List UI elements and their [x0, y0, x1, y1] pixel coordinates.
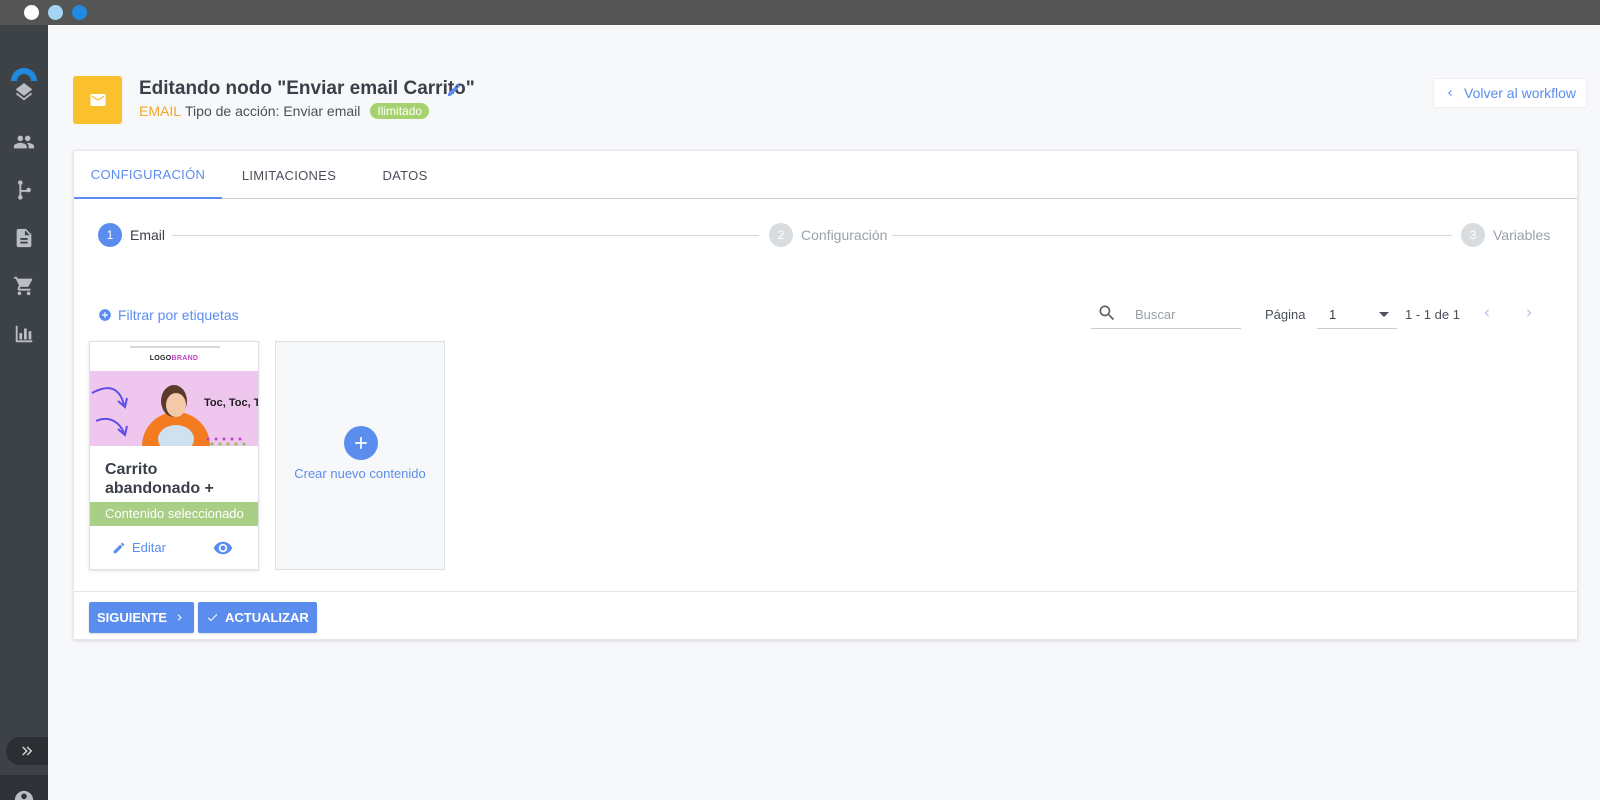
update-button-label: ACTUALIZAR [225, 610, 309, 625]
page-select-value: 1 [1329, 307, 1337, 322]
page-select[interactable]: 1 [1317, 299, 1397, 329]
search-input[interactable] [1135, 303, 1235, 325]
add-circle-icon [99, 309, 111, 321]
page-range-label: 1 - 1 de 1 [1405, 307, 1460, 322]
thumbnail-brand-logo: LOGOBRAND [149, 355, 199, 362]
edit-content-label: Editar [132, 540, 166, 555]
chevron-right-icon [177, 614, 182, 621]
step-number: 3 [1461, 223, 1485, 247]
search-icon [1099, 305, 1115, 321]
cart-icon[interactable] [12, 274, 36, 298]
action-type-label: Tipo de acción: Enviar email [185, 103, 361, 119]
channel-label: EMAIL [139, 103, 182, 119]
step-label: Email [130, 227, 166, 243]
pencil-icon [113, 542, 125, 553]
step-number: 1 [98, 223, 122, 247]
tab-datos[interactable]: DATOS [356, 151, 454, 199]
workflow-icon[interactable] [12, 178, 36, 202]
account-area [0, 775, 48, 800]
back-to-workflow-button[interactable]: Volver al workflow [1433, 78, 1588, 108]
step-configuracion[interactable]: 2 Configuración [769, 223, 887, 247]
back-to-workflow-label: Volver al workflow [1464, 85, 1577, 101]
step-connector [892, 235, 1452, 236]
limit-badge: Ilimitado [370, 103, 430, 119]
chevron-left-icon [1448, 90, 1452, 96]
plus-icon [355, 437, 367, 449]
envelope-icon [90, 94, 105, 106]
preview-content-button[interactable] [211, 538, 235, 558]
next-button[interactable]: SIGUIENTE [89, 602, 195, 633]
content-selected-badge: Contenido seleccionado [90, 502, 258, 526]
brand-arc-logo[interactable] [9, 65, 39, 81]
node-subtitle: EMAIL Tipo de acción: Enviar email Ilimi… [139, 103, 430, 119]
bar-chart-icon[interactable] [12, 322, 36, 346]
people-icon[interactable] [12, 130, 36, 154]
page-title: Editando nodo "Enviar email Carrito" [139, 78, 475, 99]
window-titlebar [0, 0, 1600, 25]
step-connector [172, 235, 759, 236]
window-close-button[interactable] [24, 5, 39, 20]
content-card[interactable]: LOGOBRAND Toc, Toc, T Carrito abandonado… [89, 341, 259, 570]
expand-sidebar-button[interactable] [6, 737, 48, 765]
pencil-icon [448, 84, 460, 96]
step-email[interactable]: 1 Email [98, 223, 165, 247]
eye-icon [213, 541, 233, 555]
email-node-badge [73, 76, 122, 124]
next-button-label: SIGUIENTE [97, 610, 168, 625]
thumbnail-hero-image: Toc, Toc, To [90, 371, 258, 446]
filter-by-tags-link[interactable]: Filtrar por etiquetas [98, 307, 239, 323]
window-maximize-button[interactable] [72, 5, 87, 20]
edit-content-button[interactable]: Editar [112, 540, 166, 555]
node-editor-card: CONFIGURACIÓN LIMITACIONES DATOS 1 Email… [73, 150, 1578, 640]
next-page-button[interactable] [1519, 303, 1539, 323]
card-footer: SIGUIENTE ACTUALIZAR [74, 591, 1577, 639]
chevron-right-icon [1527, 309, 1532, 317]
previous-page-button[interactable] [1477, 303, 1497, 323]
content-thumbnail: LOGOBRAND Toc, Toc, T [90, 342, 258, 446]
chevron-left-icon [1484, 309, 1489, 317]
plus-circle-icon [344, 426, 378, 460]
edit-title-button[interactable] [446, 82, 464, 100]
step-variables[interactable]: 3 Variables [1461, 223, 1550, 247]
double-chevron-right-icon [22, 746, 33, 756]
filter-by-tags-label: Filtrar por etiquetas [118, 307, 239, 323]
tab-limitaciones[interactable]: LIMITACIONES [222, 151, 356, 199]
layers-icon[interactable] [12, 82, 36, 106]
step-label: Configuración [801, 227, 888, 243]
step-label: Variables [1493, 227, 1551, 243]
create-new-content-card[interactable]: Crear nuevo contenido [275, 341, 445, 570]
caret-down-icon [1379, 312, 1389, 317]
check-icon [207, 614, 218, 622]
document-icon[interactable] [12, 226, 36, 250]
page-label: Página [1265, 307, 1306, 322]
step-number: 2 [769, 223, 793, 247]
account-circle-icon[interactable] [12, 788, 36, 800]
tab-bar: CONFIGURACIÓN LIMITACIONES DATOS [74, 151, 1577, 199]
sidebar [0, 25, 48, 800]
tab-configuracion[interactable]: CONFIGURACIÓN [74, 151, 222, 199]
window-minimize-button[interactable] [48, 5, 63, 20]
create-new-content-label: Crear nuevo contenido [294, 466, 426, 481]
content-title: Carrito abandonado + [105, 461, 214, 497]
search-box [1091, 299, 1241, 329]
update-button[interactable]: ACTUALIZAR [198, 602, 317, 633]
thumbnail-hero-text: Toc, Toc, To [204, 397, 258, 409]
